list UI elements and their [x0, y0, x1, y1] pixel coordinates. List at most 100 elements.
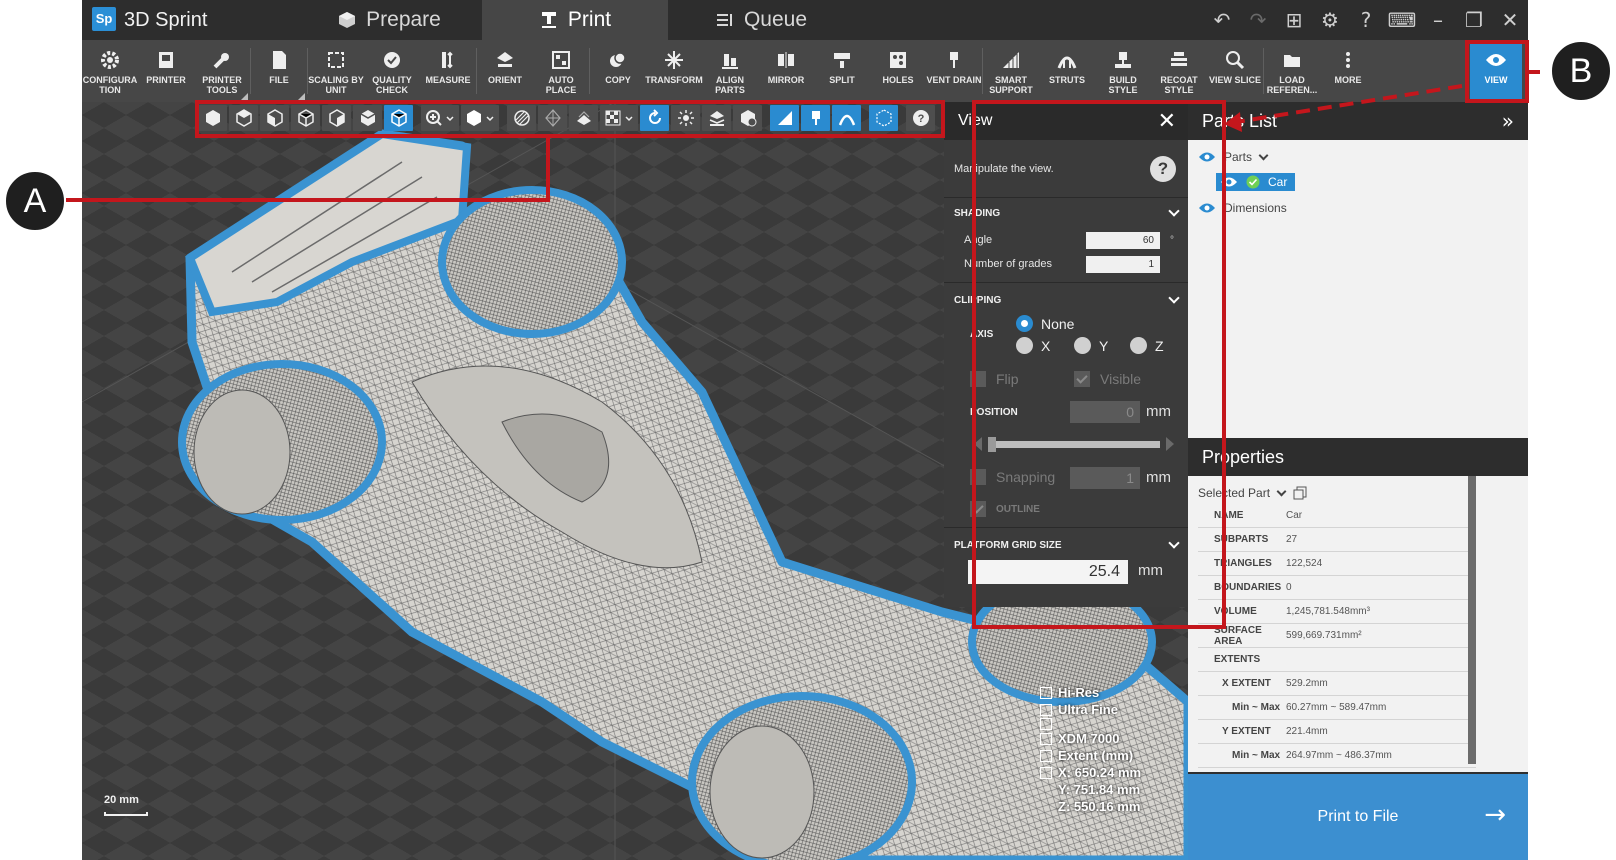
minimize-icon[interactable]: – — [1420, 0, 1456, 40]
tab-print[interactable]: Print — [482, 0, 668, 40]
help-icon[interactable]: ? — [1348, 0, 1384, 40]
ribbon-quality-check-button[interactable]: QUALITY CHECK — [364, 40, 420, 102]
grid-size-input[interactable]: 25.4 — [968, 560, 1128, 584]
collapse-panel-icon[interactable]: » — [1502, 109, 1514, 133]
undo-icon[interactable]: ↶ — [1204, 0, 1240, 40]
screenshot-icon[interactable]: ⊞ — [1276, 0, 1312, 40]
description-text: Manipulate the view. — [954, 162, 1054, 175]
zoom-dropdown-icon[interactable] — [421, 105, 459, 131]
section-shading[interactable]: SHADING — [944, 198, 1188, 228]
section-clipping[interactable]: CLIPPING — [944, 285, 1188, 315]
property-value: 529.2mm — [1286, 678, 1328, 689]
ribbon-measure-button[interactable]: MEASURE — [420, 40, 476, 102]
ribbon-load-reference-button[interactable]: LOAD REFEREN... — [1264, 40, 1320, 102]
eye-icon[interactable] — [1198, 151, 1216, 163]
checkbox-box — [970, 371, 986, 387]
ribbon-scaling-button[interactable]: SCALING BY UNIT — [308, 40, 364, 102]
help-icon[interactable]: ? — [1150, 155, 1176, 182]
print-to-file-button[interactable]: Print to File → — [1188, 774, 1528, 860]
view-left-cube-icon[interactable] — [322, 105, 351, 131]
selected-part-dropdown[interactable]: Selected Part — [1198, 486, 1307, 500]
axis-x-radio[interactable]: X — [1016, 337, 1050, 354]
position-slider[interactable] — [944, 429, 1188, 459]
hide-parts-icon[interactable] — [733, 105, 762, 131]
ribbon-copy-button[interactable]: COPY — [590, 40, 646, 102]
restore-icon[interactable]: ❐ — [1456, 0, 1492, 40]
axis-z-radio[interactable]: Z — [1130, 337, 1164, 354]
ribbon-orient-button[interactable]: ORIENT — [477, 40, 533, 102]
eye-icon[interactable] — [1220, 176, 1238, 188]
show-struts-icon[interactable] — [832, 105, 861, 131]
section-platform-grid[interactable]: PLATFORM GRID SIZE — [944, 530, 1188, 560]
ribbon-label: PRINTER — [146, 75, 186, 85]
ribbon-view-button[interactable]: VIEW — [1470, 40, 1522, 102]
keyboard-icon[interactable]: ⌨ — [1384, 0, 1420, 40]
ribbon-printer-button[interactable]: PRINTER — [138, 40, 194, 102]
outline-checkbox[interactable]: OUTLINE — [970, 501, 1040, 517]
properties-header: Properties — [1188, 438, 1528, 476]
ribbon-vent-drain-button[interactable]: VENT DRAIN — [926, 40, 982, 102]
ribbon-split-button[interactable]: SPLIT — [814, 40, 870, 102]
ribbon-struts-button[interactable]: STRUTS — [1039, 40, 1095, 102]
slider-right-arrow-icon[interactable] — [1166, 437, 1174, 451]
platform-icon[interactable] — [702, 105, 731, 131]
position-input[interactable]: 0 — [1070, 401, 1140, 423]
close-icon[interactable]: ✕ — [1158, 109, 1176, 134]
stat-row: Z: 550.16 mm — [1040, 798, 1141, 815]
axis-none-radio[interactable]: None — [1016, 315, 1074, 332]
ribbon-view-slice-button[interactable]: VIEW SLICE — [1207, 40, 1263, 102]
ribbon-smart-support-button[interactable]: SMART SUPPORT — [983, 40, 1039, 102]
ribbon-more-button[interactable]: MORE — [1320, 40, 1376, 102]
chevron-down-icon[interactable] — [1258, 150, 1269, 160]
flip-checkbox[interactable]: Flip — [970, 371, 1019, 387]
visible-checkbox[interactable]: Visible — [1074, 371, 1141, 387]
show-vent-drain-icon[interactable] — [801, 105, 830, 131]
redo-icon[interactable]: ↷ — [1240, 0, 1276, 40]
settings-gear-icon[interactable]: ⚙ — [1312, 0, 1348, 40]
tree-item-car[interactable]: Car — [1216, 173, 1296, 191]
view-front-cube-icon[interactable] — [260, 105, 289, 131]
title-bar: Sp 3D Sprint Prepare Print Queue ↶ ↷ ⊞ ⚙… — [82, 0, 1528, 40]
grades-input[interactable]: 1 — [1086, 255, 1160, 273]
shading-dropdown-icon[interactable] — [461, 105, 499, 131]
tree-item-dimensions[interactable]: Dimensions — [1198, 201, 1287, 215]
property-row: SURFACE AREA 599,669.731mm² — [1198, 624, 1476, 648]
ribbon-build-style-button[interactable]: BUILD STYLE — [1095, 40, 1151, 102]
ribbon-mirror-button[interactable]: MIRROR — [758, 40, 814, 102]
slider-left-arrow-icon[interactable] — [974, 437, 982, 451]
ribbon-printer-tools-button[interactable]: PRINTER TOOLS — [194, 40, 250, 102]
snapping-checkbox[interactable]: Snapping — [970, 469, 1055, 485]
view-help-icon[interactable]: ? — [906, 105, 935, 131]
hatch-icon[interactable] — [507, 105, 536, 131]
show-bounding-box-icon[interactable] — [869, 105, 898, 131]
snapping-input[interactable]: 1 — [1070, 467, 1140, 489]
copy-properties-icon[interactable] — [1293, 486, 1307, 500]
view-back-cube-icon[interactable] — [291, 105, 320, 131]
tab-queue[interactable]: Queue — [668, 0, 854, 40]
close-icon[interactable]: ✕ — [1492, 0, 1528, 40]
angle-input[interactable]: 60 — [1086, 231, 1160, 249]
ribbon-align-parts-button[interactable]: ALIGN PARTS — [702, 40, 758, 102]
properties-scrollbar[interactable] — [1468, 476, 1476, 764]
light-icon[interactable] — [671, 105, 700, 131]
slider-thumb[interactable] — [988, 437, 996, 452]
view-iso-cube-icon[interactable] — [198, 105, 227, 131]
tree-item-parts[interactable]: Parts — [1198, 150, 1269, 164]
view-bottom-cube-icon[interactable] — [384, 105, 413, 131]
section-icon[interactable] — [569, 105, 598, 131]
ribbon-file-button[interactable]: FILE — [251, 40, 307, 102]
checker-dropdown-icon[interactable] — [600, 105, 638, 131]
ribbon-recoat-style-button[interactable]: RECOAT STYLE — [1151, 40, 1207, 102]
tab-prepare[interactable]: Prepare — [296, 0, 482, 40]
ribbon-auto-place-button[interactable]: AUTO PLACE — [533, 40, 589, 102]
ribbon-holes-button[interactable]: HOLES — [870, 40, 926, 102]
rotate-view-icon[interactable] — [640, 105, 669, 131]
axis-y-radio[interactable]: Y — [1074, 337, 1108, 354]
ribbon-transform-button[interactable]: TRANSFORM — [645, 40, 703, 102]
view-top-cube-icon[interactable] — [229, 105, 258, 131]
wireframe-icon[interactable] — [538, 105, 567, 131]
eye-icon[interactable] — [1198, 202, 1216, 214]
ribbon-configuration-button[interactable]: CONFIGURA TION — [82, 40, 138, 102]
show-smart-support-icon[interactable] — [770, 105, 799, 131]
view-right-cube-icon[interactable] — [353, 105, 382, 131]
